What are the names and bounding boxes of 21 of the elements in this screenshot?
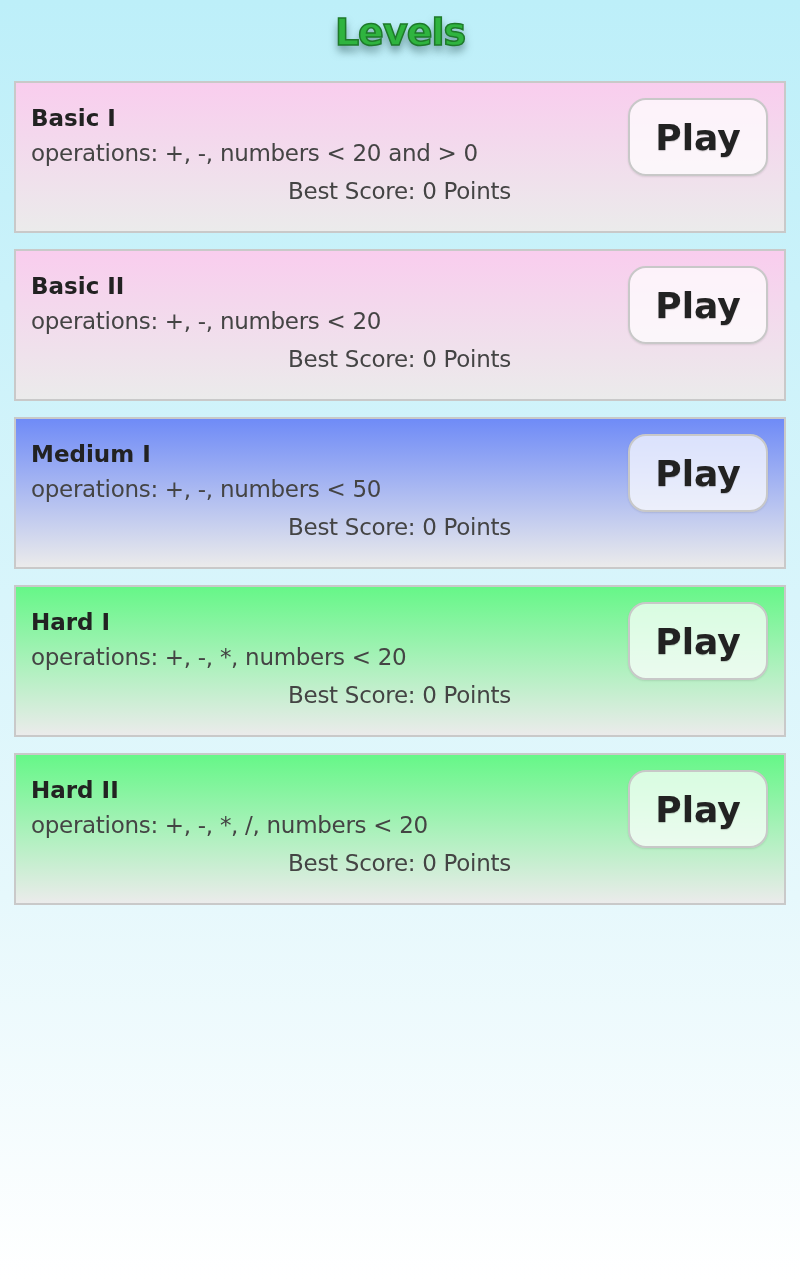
level-name: Hard II	[31, 776, 120, 805]
level-description: operations: +, -, numbers < 20	[31, 307, 382, 336]
play-button[interactable]: Play	[628, 602, 768, 680]
level-name: Basic I	[31, 104, 117, 133]
play-button[interactable]: Play	[628, 266, 768, 344]
level-description: operations: +, -, numbers < 20 and > 0	[31, 139, 478, 168]
best-score: Best Score: 0 Points	[288, 345, 511, 374]
screen-title: Levels	[334, 9, 466, 56]
best-score: Best Score: 0 Points	[288, 681, 511, 710]
play-button[interactable]: Play	[628, 434, 768, 512]
play-button[interactable]: Play	[628, 98, 768, 176]
best-score: Best Score: 0 Points	[288, 177, 511, 206]
level-name: Medium I	[31, 440, 152, 469]
level-description: operations: +, -, *, numbers < 20	[31, 643, 407, 672]
level-name: Hard I	[31, 608, 112, 637]
play-button[interactable]: Play	[628, 770, 768, 848]
level-description: operations: +, -, numbers < 50	[31, 475, 382, 504]
level-name: Basic II	[31, 272, 126, 301]
best-score: Best Score: 0 Points	[288, 849, 511, 878]
best-score: Best Score: 0 Points	[288, 513, 511, 542]
level-description: operations: +, -, *, /, numbers < 20	[31, 811, 428, 840]
